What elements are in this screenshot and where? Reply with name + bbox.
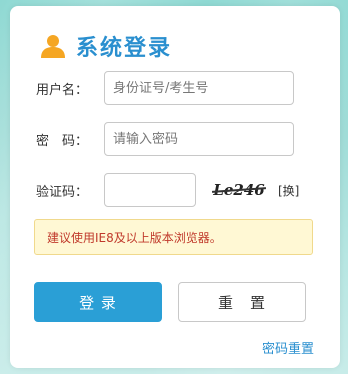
user-icon [40,33,66,59]
username-row: 用户名： [36,71,294,105]
login-title-row: 系统登录 [40,30,172,62]
username-input[interactable] [104,71,294,105]
login-panel: 系统登录 用户名： 密 码： 验证码： Le246 [换] 建议使用IE8及以上… [10,6,340,368]
browser-notice: 建议使用IE8及以上版本浏览器。 [34,219,313,255]
browser-notice-text: 建议使用IE8及以上版本浏览器。 [47,230,222,245]
reset-password-link[interactable]: 密码重置 [262,338,314,357]
reset-button[interactable]: 重 置 [178,282,306,322]
captcha-refresh-link[interactable]: [换] [278,182,299,199]
captcha-input[interactable] [104,173,196,207]
captcha-label: 验证码： [36,184,89,200]
password-input[interactable] [104,122,294,156]
captcha-row: 验证码： Le246 [换] [36,173,299,207]
password-row: 密 码： [36,122,294,156]
username-label: 用户名： [36,82,89,98]
captcha-image[interactable]: Le246 [210,175,268,205]
page-title: 系统登录 [76,36,173,61]
login-button[interactable]: 登 录 [34,282,162,322]
password-label: 密 码： [36,133,89,149]
